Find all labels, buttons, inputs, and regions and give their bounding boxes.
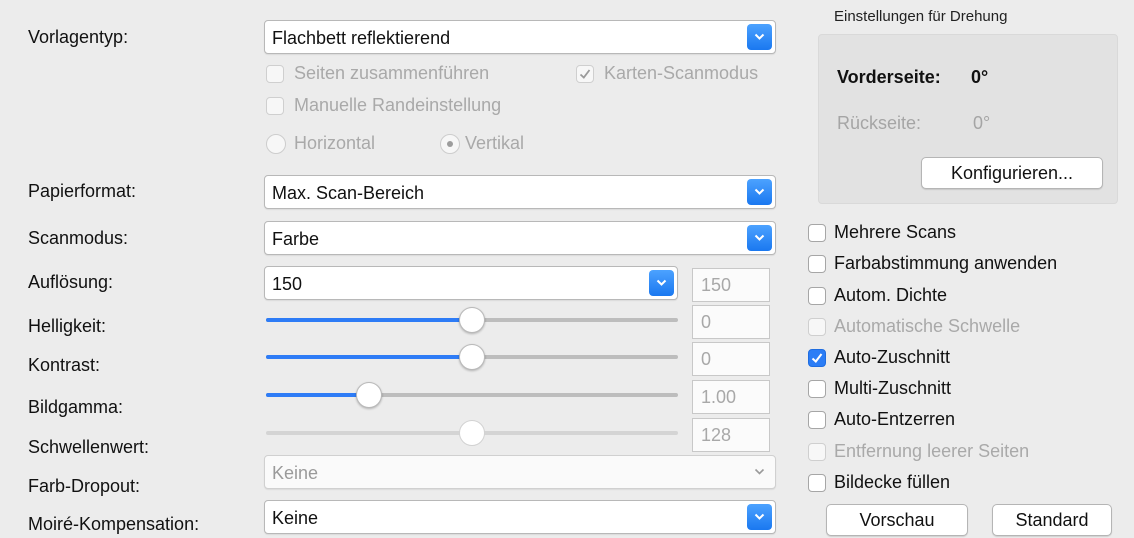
farb-dropout-value: Keine xyxy=(272,463,319,483)
scanmodus-select[interactable]: Farbe xyxy=(264,221,776,255)
autom-dichte-label: Autom. Dichte xyxy=(834,285,948,305)
karten-scanmodus-checkbox[interactable] xyxy=(576,65,594,83)
chevron-down-icon xyxy=(649,270,674,296)
farbabstimmung-label: Farbabstimmung anwenden xyxy=(834,253,1058,273)
multi-zuschnitt-checkbox[interactable] xyxy=(808,380,826,398)
label-moire-kompensation: Moiré-Kompensation: xyxy=(28,514,200,534)
vertikal-label: Vertikal xyxy=(465,133,525,153)
papierformat-select[interactable]: Max. Scan-Bereich xyxy=(264,175,776,209)
aufloesung-value: 150 xyxy=(272,274,303,294)
auto-zuschnitt-label: Auto-Zuschnitt xyxy=(834,347,951,367)
vorlagentyp-select[interactable]: Flachbett reflektierend xyxy=(264,20,776,54)
vorderseite-value: 0° xyxy=(971,67,989,87)
farbabstimmung-checkbox[interactable] xyxy=(808,255,826,273)
radio-dot-icon xyxy=(447,141,453,147)
vorlagentyp-value: Flachbett reflektierend xyxy=(272,28,451,48)
bildecke-fuellen-label: Bildecke füllen xyxy=(834,472,951,492)
rotation-group-title: Einstellungen für Drehung xyxy=(834,8,1008,25)
moire-kompensation-value: Keine xyxy=(272,508,319,528)
label-farb-dropout: Farb-Dropout: xyxy=(28,476,141,496)
vertikal-radio[interactable] xyxy=(440,134,460,154)
label-vorlagentyp: Vorlagentyp: xyxy=(28,27,129,47)
label-kontrast: Kontrast: xyxy=(28,355,101,375)
auto-zuschnitt-checkbox[interactable] xyxy=(808,349,826,367)
vorschau-button[interactable]: Vorschau xyxy=(826,504,968,536)
bildgamma-slider[interactable] xyxy=(266,382,678,408)
chevron-down-icon xyxy=(747,179,772,205)
slider-knob[interactable] xyxy=(356,382,382,408)
standard-button[interactable]: Standard xyxy=(992,504,1112,536)
horizontal-label: Horizontal xyxy=(294,133,376,153)
mehrere-scans-label: Mehrere Scans xyxy=(834,222,957,242)
horizontal-radio[interactable] xyxy=(266,134,286,154)
rotation-settings-group: Vorderseite: 0° Rückseite: 0° Konfigurie… xyxy=(818,34,1118,204)
label-scanmodus: Scanmodus: xyxy=(28,228,129,248)
slider-knob[interactable] xyxy=(459,307,485,333)
papierformat-value: Max. Scan-Bereich xyxy=(272,183,425,203)
aufloesung-select[interactable]: 150 xyxy=(264,266,678,300)
auto-entzerren-checkbox[interactable] xyxy=(808,411,826,429)
label-papierformat: Papierformat: xyxy=(28,181,137,201)
kontrast-slider[interactable] xyxy=(266,344,678,370)
entfernung-leerer-seiten-checkbox[interactable] xyxy=(808,443,826,461)
label-schwellenwert: Schwellenwert: xyxy=(28,437,150,457)
automatische-schwelle-checkbox[interactable] xyxy=(808,318,826,336)
vorderseite-label: Vorderseite: xyxy=(837,67,941,87)
schwellenwert-slider[interactable] xyxy=(266,420,678,446)
multi-zuschnitt-label: Multi-Zuschnitt xyxy=(834,378,952,398)
checkmark-icon xyxy=(579,69,591,79)
label-helligkeit: Helligkeit: xyxy=(28,316,107,336)
checkmark-icon xyxy=(811,353,823,363)
bildecke-fuellen-checkbox[interactable] xyxy=(808,474,826,492)
slider-knob[interactable] xyxy=(459,344,485,370)
entfernung-leerer-seiten-label: Entfernung leerer Seiten xyxy=(834,441,1030,461)
scanmodus-value: Farbe xyxy=(272,229,320,249)
schwellenwert-field[interactable]: 128 xyxy=(692,418,770,452)
farb-dropout-select[interactable]: Keine xyxy=(264,455,776,489)
mehrere-scans-checkbox[interactable] xyxy=(808,224,826,242)
rueckseite-value: 0° xyxy=(973,113,991,133)
manuelle-randeinstellung-label: Manuelle Randeinstellung xyxy=(294,95,502,115)
chevron-down-icon xyxy=(747,225,772,251)
label-aufloesung: Auflösung: xyxy=(28,272,114,292)
chevron-down-icon xyxy=(747,24,772,50)
manuelle-randeinstellung-checkbox[interactable] xyxy=(266,97,284,115)
chevron-down-icon xyxy=(747,459,772,485)
kontrast-field[interactable]: 0 xyxy=(692,342,770,376)
moire-kompensation-select[interactable]: Keine xyxy=(264,500,776,534)
chevron-down-icon xyxy=(747,504,772,530)
konfigurieren-button[interactable]: Konfigurieren... xyxy=(921,157,1103,189)
slider-knob[interactable] xyxy=(459,420,485,446)
seiten-zusammenfuehren-checkbox[interactable] xyxy=(266,65,284,83)
slider-fill xyxy=(266,318,472,322)
label-bildgamma: Bildgamma: xyxy=(28,397,124,417)
automatische-schwelle-label: Automatische Schwelle xyxy=(834,316,1021,336)
seiten-zusammenfuehren-label: Seiten zusammenführen xyxy=(294,63,490,83)
bildgamma-field[interactable]: 1.00 xyxy=(692,380,770,414)
helligkeit-slider[interactable] xyxy=(266,307,678,333)
aufloesung-field[interactable]: 150 xyxy=(692,268,770,302)
slider-fill xyxy=(266,393,369,397)
autom-dichte-checkbox[interactable] xyxy=(808,287,826,305)
auto-entzerren-label: Auto-Entzerren xyxy=(834,409,956,429)
helligkeit-field[interactable]: 0 xyxy=(692,305,770,339)
karten-scanmodus-label: Karten-Scanmodus xyxy=(604,63,759,83)
slider-fill xyxy=(266,355,472,359)
rueckseite-label: Rückseite: xyxy=(837,113,922,133)
